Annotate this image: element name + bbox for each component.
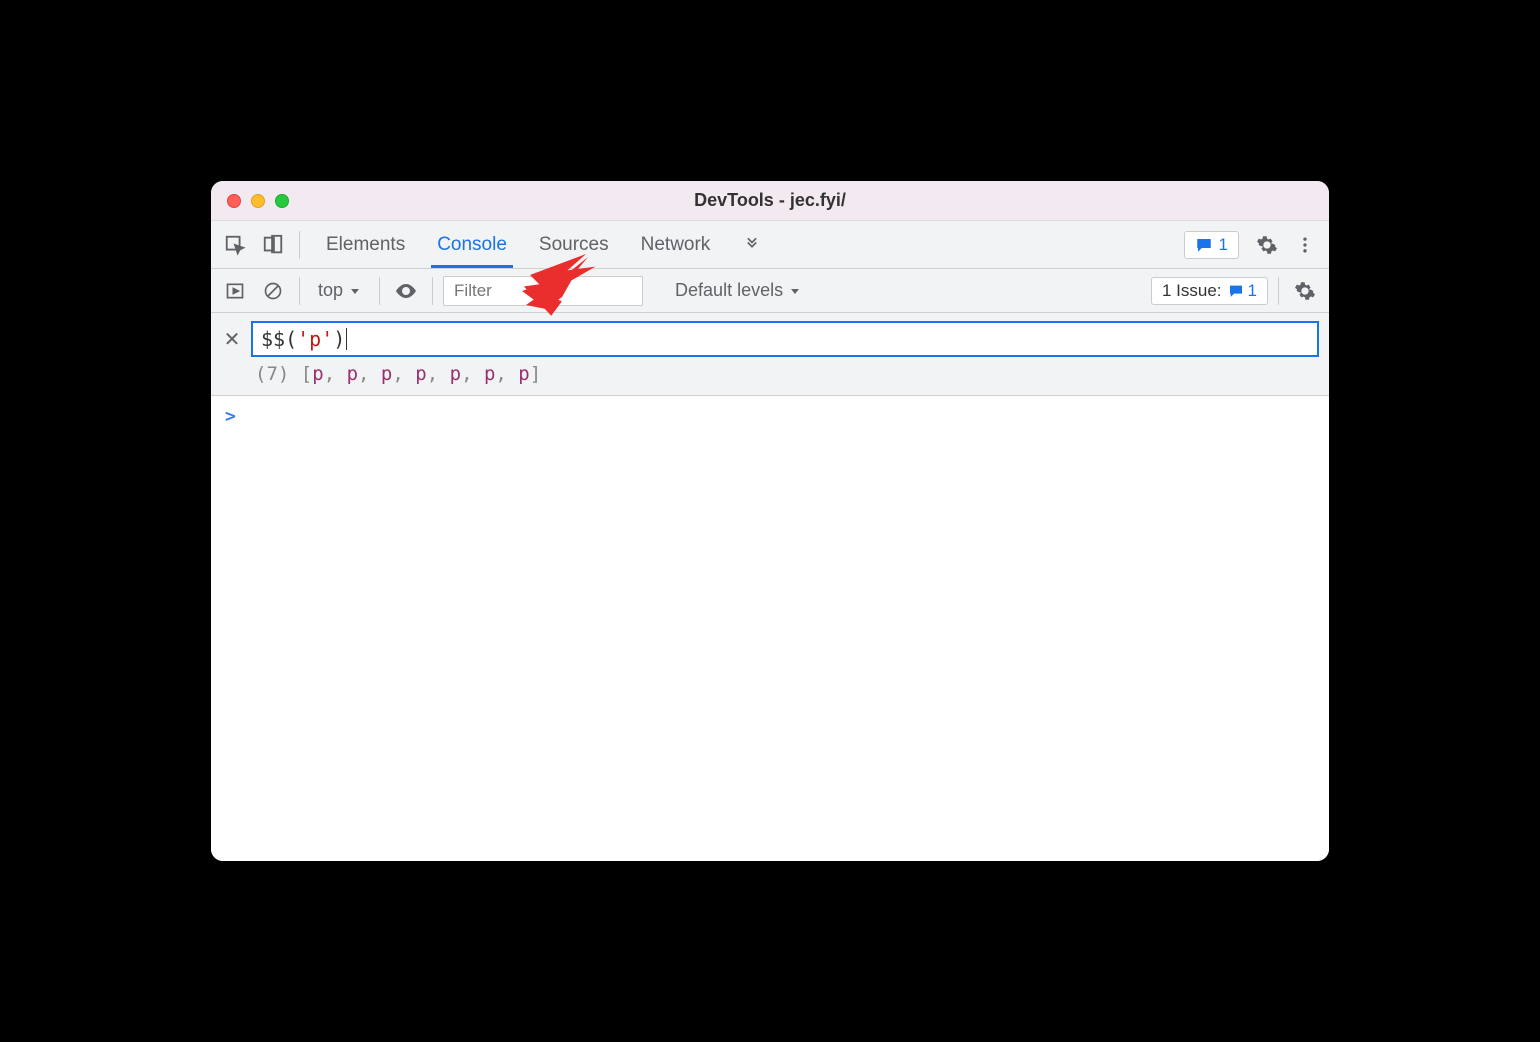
issues-badge[interactable]: 1 Issue: 1 (1151, 277, 1268, 305)
tab-sources-label: Sources (539, 234, 609, 256)
divider (432, 277, 433, 305)
expr-func: $$ (261, 327, 285, 351)
tab-elements-label: Elements (326, 234, 405, 256)
panel-tabs: Elements Console Sources Network (310, 221, 778, 268)
issues-label: 1 Issue: (1162, 281, 1222, 301)
log-level-label: Default levels (675, 280, 783, 301)
result-element[interactable]: p (518, 363, 529, 385)
live-expression-row: ✕ $$('p') (221, 321, 1319, 357)
inspect-element-icon[interactable] (219, 229, 251, 261)
filter-input[interactable] (443, 276, 643, 306)
live-expression-result: (7) [p, p, p, p, p, p, p] (221, 357, 1319, 389)
result-element[interactable]: p (450, 363, 461, 385)
show-sidebar-icon[interactable] (219, 275, 251, 307)
divider (299, 277, 300, 305)
tab-console[interactable]: Console (421, 221, 523, 268)
console-toolbar: top Default levels 1 Issue: 1 (211, 269, 1329, 313)
traffic-lights (211, 194, 289, 208)
tab-sources[interactable]: Sources (523, 221, 625, 268)
result-count: (7) (255, 363, 289, 385)
tab-network[interactable]: Network (625, 221, 727, 268)
chat-icon (1195, 236, 1213, 254)
maximize-window-button[interactable] (275, 194, 289, 208)
divider (299, 231, 300, 259)
expr-open-paren: ( (285, 327, 297, 351)
device-toolbar-icon[interactable] (257, 229, 289, 261)
minimize-window-button[interactable] (251, 194, 265, 208)
result-element[interactable]: p (312, 363, 323, 385)
result-element[interactable]: p (347, 363, 358, 385)
close-icon[interactable]: ✕ (221, 327, 243, 352)
live-expression-eye-icon[interactable] (390, 275, 422, 307)
chat-icon (1228, 283, 1244, 299)
chevron-down-icon (349, 285, 361, 297)
log-level-selector[interactable]: Default levels (667, 276, 809, 305)
messages-count: 1 (1219, 235, 1228, 255)
live-expression-area: ✕ $$('p') (7) [p, p, p, p, p, p, p] (211, 313, 1329, 396)
messages-badge[interactable]: 1 (1184, 231, 1239, 259)
settings-icon[interactable] (1251, 229, 1283, 261)
console-settings-icon[interactable] (1289, 275, 1321, 307)
titlebar: DevTools - jec.fyi/ (211, 181, 1329, 221)
console-body[interactable]: > (211, 396, 1329, 861)
issues-count: 1 (1248, 281, 1257, 301)
clear-console-icon[interactable] (257, 275, 289, 307)
chevron-down-icon (789, 285, 801, 297)
tab-console-label: Console (437, 234, 507, 256)
divider (1278, 277, 1279, 305)
live-expression-input[interactable]: $$('p') (251, 321, 1319, 357)
divider (379, 277, 380, 305)
kebab-menu-icon[interactable] (1289, 229, 1321, 261)
expr-close-paren: ) (333, 327, 345, 351)
tab-elements[interactable]: Elements (310, 221, 421, 268)
close-window-button[interactable] (227, 194, 241, 208)
execution-context-label: top (318, 280, 343, 301)
result-element[interactable]: p (381, 363, 392, 385)
execution-context-selector[interactable]: top (310, 276, 369, 305)
window-title: DevTools - jec.fyi/ (211, 190, 1329, 211)
result-element[interactable]: p (484, 363, 495, 385)
main-toolbar: Elements Console Sources Network 1 (211, 221, 1329, 269)
tab-network-label: Network (641, 234, 711, 256)
result-element[interactable]: p (415, 363, 426, 385)
console-prompt: > (225, 406, 236, 427)
more-tabs-button[interactable] (726, 221, 778, 268)
text-cursor (346, 328, 347, 350)
devtools-window: DevTools - jec.fyi/ Elements Console Sou… (211, 181, 1329, 861)
expr-string: 'p' (297, 327, 333, 351)
